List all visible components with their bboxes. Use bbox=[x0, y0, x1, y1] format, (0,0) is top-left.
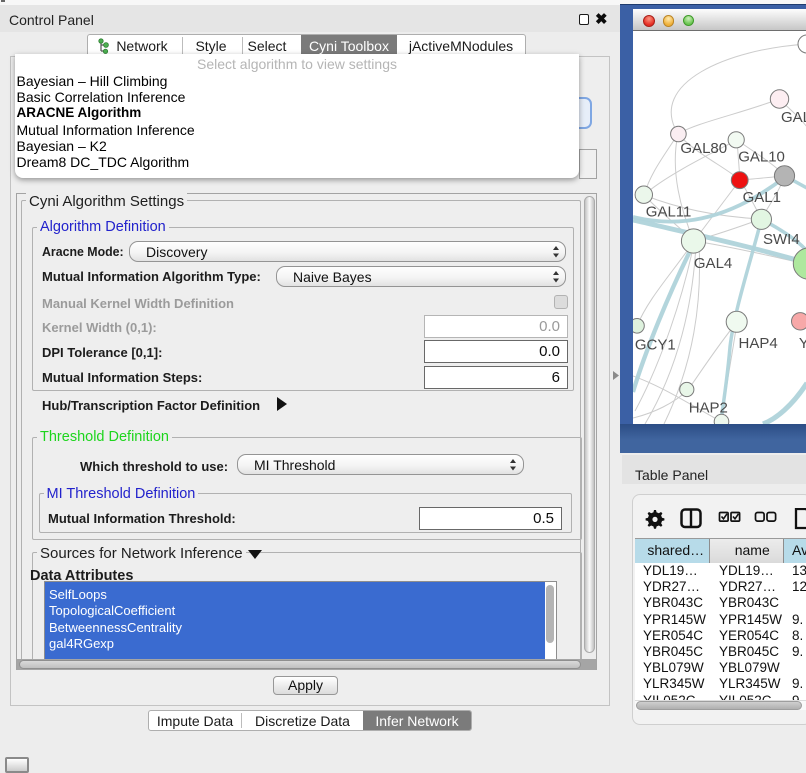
svg-text:SWI4: SWI4 bbox=[763, 231, 800, 248]
svg-text:GAL10: GAL10 bbox=[738, 149, 785, 166]
svg-text:GAL1: GAL1 bbox=[743, 189, 781, 206]
svg-text:GCY1: GCY1 bbox=[635, 337, 676, 354]
svg-text:GAL80: GAL80 bbox=[680, 140, 727, 157]
svg-text:YJ: YJ bbox=[799, 335, 806, 352]
svg-text:GAL11: GAL11 bbox=[646, 204, 692, 221]
svg-text:GAL4: GAL4 bbox=[694, 255, 732, 272]
svg-text:GAL7: GAL7 bbox=[781, 109, 806, 126]
svg-text:HAP4: HAP4 bbox=[739, 335, 778, 352]
svg-text:HAP2: HAP2 bbox=[689, 400, 728, 417]
